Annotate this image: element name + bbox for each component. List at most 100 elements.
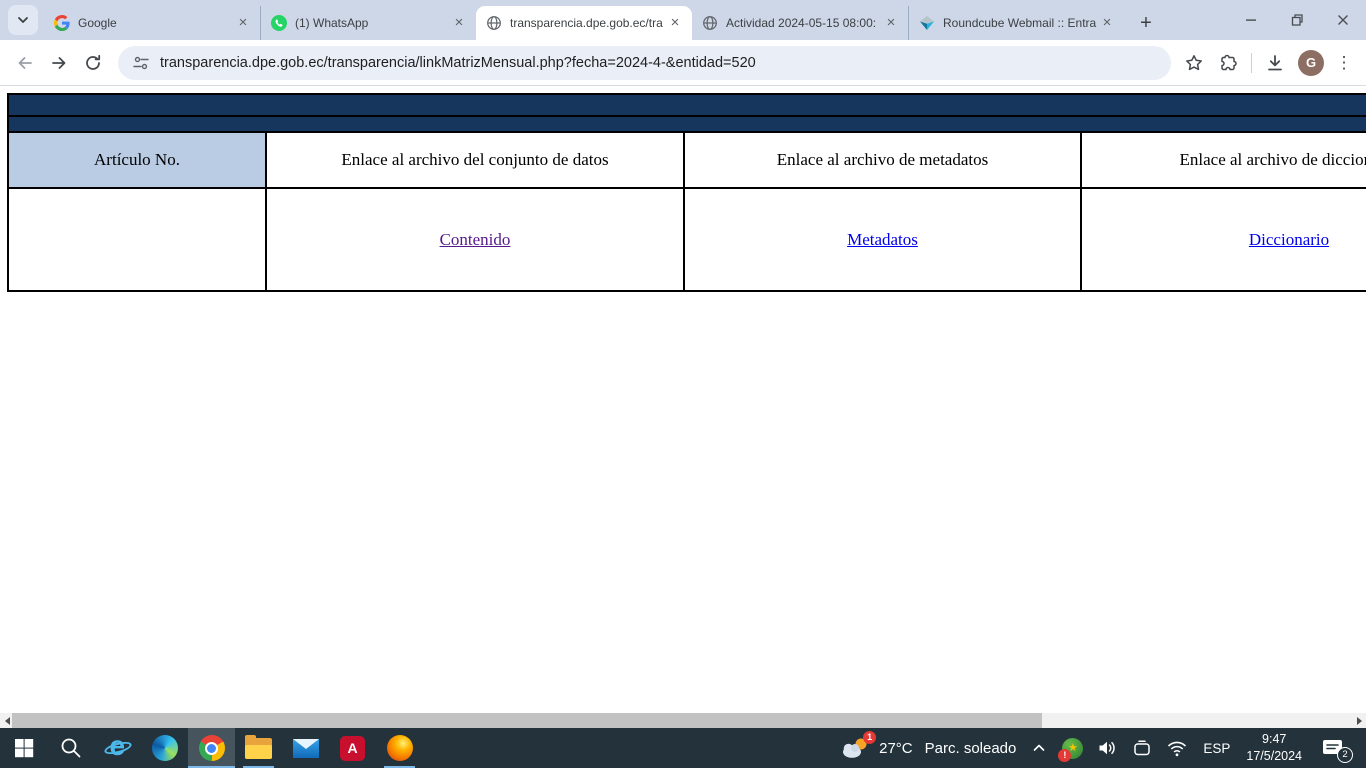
- minimize-icon: [1242, 11, 1260, 29]
- roundcube-icon: [919, 15, 935, 31]
- tab-close-icon[interactable]: ×: [234, 14, 252, 32]
- profile-avatar[interactable]: G: [1298, 50, 1324, 76]
- tab-search-button[interactable]: [8, 5, 38, 35]
- network-tray-button[interactable]: [1159, 728, 1195, 768]
- speaker-icon: [1097, 738, 1118, 758]
- header-articulo: Artículo No.: [8, 132, 266, 188]
- tab-title: Google: [78, 16, 234, 30]
- weather-widget[interactable]: 1 27°C Parc. soleado: [833, 728, 1023, 768]
- back-button[interactable]: [8, 46, 42, 80]
- antivirus-badge: !: [1058, 749, 1071, 762]
- back-icon: [15, 53, 35, 73]
- taskbar-explorer-button[interactable]: [235, 728, 282, 768]
- bookmark-button[interactable]: [1177, 46, 1211, 80]
- windows-logo-icon: [13, 737, 35, 759]
- window-controls: [1228, 0, 1366, 40]
- download-icon: [1265, 53, 1285, 73]
- taskbar-chrome-button[interactable]: [188, 728, 235, 768]
- clock-time: 9:47: [1246, 731, 1302, 748]
- address-bar[interactable]: transparencia.dpe.gob.ec/transparencia/l…: [118, 46, 1171, 80]
- weather-condition: Parc. soleado: [925, 740, 1017, 757]
- minimize-button[interactable]: [1228, 0, 1274, 40]
- system-tray: 1 27°C Parc. soleado ★ !: [833, 728, 1366, 768]
- web-page: Artículo No. Enlace al archivo del conju…: [0, 87, 1366, 713]
- tray-device-button[interactable]: [1125, 728, 1159, 768]
- volume-tray-button[interactable]: [1090, 728, 1125, 768]
- cell-articulo-empty: [8, 188, 266, 291]
- forward-button[interactable]: [42, 46, 76, 80]
- header-diccionario: Enlace al archivo de diccionario: [1081, 132, 1366, 188]
- clock-widget[interactable]: 9:47 17/5/2024: [1238, 728, 1310, 768]
- reload-button[interactable]: [76, 46, 110, 80]
- start-button[interactable]: [0, 728, 47, 768]
- language-indicator[interactable]: ESP: [1195, 728, 1238, 768]
- close-window-button[interactable]: [1320, 0, 1366, 40]
- tab-close-icon[interactable]: ×: [666, 14, 684, 32]
- taskbar-edge-button[interactable]: [141, 728, 188, 768]
- tab-transparencia-active[interactable]: transparencia.dpe.gob.ec/tra ×: [476, 6, 692, 40]
- matrix-table: Artículo No. Enlace al archivo del conju…: [7, 93, 1366, 292]
- tray-expand-button[interactable]: [1023, 728, 1055, 768]
- horizontal-scrollbar[interactable]: [0, 713, 1366, 728]
- diccionario-link[interactable]: Diccionario: [1249, 230, 1329, 249]
- tab-roundcube[interactable]: Roundcube Webmail :: Entra ×: [908, 6, 1124, 40]
- taskbar-ie-button[interactable]: e: [94, 728, 141, 768]
- url-text[interactable]: transparencia.dpe.gob.ec/transparencia/l…: [160, 55, 756, 71]
- weather-icon: 1: [840, 736, 870, 760]
- forward-icon: [49, 53, 69, 73]
- chevron-up-icon: [1030, 739, 1048, 757]
- extensions-button[interactable]: [1211, 46, 1245, 80]
- antivirus-tray-button[interactable]: ★ !: [1055, 728, 1090, 768]
- browser-toolbar: transparencia.dpe.gob.ec/transparencia/l…: [0, 40, 1366, 86]
- taskbar-firefox-button[interactable]: [376, 728, 423, 768]
- taskbar-search-button[interactable]: [47, 728, 94, 768]
- matrix-table-container: Artículo No. Enlace al archivo del conju…: [7, 93, 1366, 292]
- tab-strip: Google × (1) WhatsApp × transparencia.dp…: [0, 0, 1366, 40]
- downloads-button[interactable]: [1258, 46, 1292, 80]
- windows-taskbar: e A 1: [0, 728, 1366, 768]
- wifi-icon: [1166, 738, 1188, 758]
- star-icon: [1184, 53, 1204, 73]
- puzzle-icon: [1218, 53, 1238, 73]
- google-icon: [54, 15, 70, 31]
- scrollbar-thumb[interactable]: [12, 713, 1042, 728]
- clock-date: 17/5/2024: [1246, 748, 1302, 765]
- tray-device-icon: [1132, 738, 1152, 758]
- toolbar-actions: G ⋮: [1177, 46, 1358, 80]
- notification-count-badge: 2: [1337, 747, 1353, 763]
- metadatos-link[interactable]: Metadatos: [847, 230, 918, 249]
- scroll-right-icon: [1357, 717, 1362, 725]
- chevron-down-icon: [16, 13, 30, 27]
- tab-google[interactable]: Google ×: [44, 6, 260, 40]
- antivirus-icon: ★ !: [1062, 738, 1083, 759]
- close-icon: [1334, 11, 1352, 29]
- menu-kebab-icon[interactable]: ⋮: [1330, 53, 1358, 73]
- cell-metadatos: Metadatos: [684, 188, 1081, 291]
- tab-close-icon[interactable]: ×: [450, 14, 468, 32]
- table-row: Contenido Metadatos Diccionario: [8, 188, 1366, 291]
- tab-whatsapp[interactable]: (1) WhatsApp ×: [260, 6, 476, 40]
- restore-button[interactable]: [1274, 0, 1320, 40]
- tab-close-icon[interactable]: ×: [1098, 14, 1116, 32]
- title-bar-cell: [8, 94, 1366, 116]
- file-explorer-icon: [245, 738, 272, 759]
- new-tab-button[interactable]: +: [1132, 9, 1160, 37]
- globe-icon: [486, 15, 502, 31]
- tab-close-icon[interactable]: ×: [882, 14, 900, 32]
- cell-diccionario: Diccionario: [1081, 188, 1366, 291]
- tab-actividad[interactable]: Actividad 2024-05-15 08:00: ×: [692, 6, 908, 40]
- firefox-icon: [387, 735, 413, 761]
- notification-center-button[interactable]: 2: [1310, 728, 1362, 768]
- tab-title: Roundcube Webmail :: Entra: [943, 16, 1098, 30]
- edge-icon: [152, 735, 178, 761]
- taskbar-acrobat-button[interactable]: A: [329, 728, 376, 768]
- acrobat-icon: A: [340, 736, 365, 761]
- notification-icon: 2: [1321, 737, 1347, 759]
- site-info-icon[interactable]: [132, 54, 150, 72]
- scroll-left-icon: [5, 717, 10, 725]
- scroll-right-button[interactable]: [1352, 713, 1366, 728]
- contenido-link[interactable]: Contenido: [440, 230, 511, 249]
- taskbar-mail-button[interactable]: [282, 728, 329, 768]
- tab-title: transparencia.dpe.gob.ec/tra: [510, 16, 666, 30]
- weather-temp: 27°C: [879, 740, 913, 757]
